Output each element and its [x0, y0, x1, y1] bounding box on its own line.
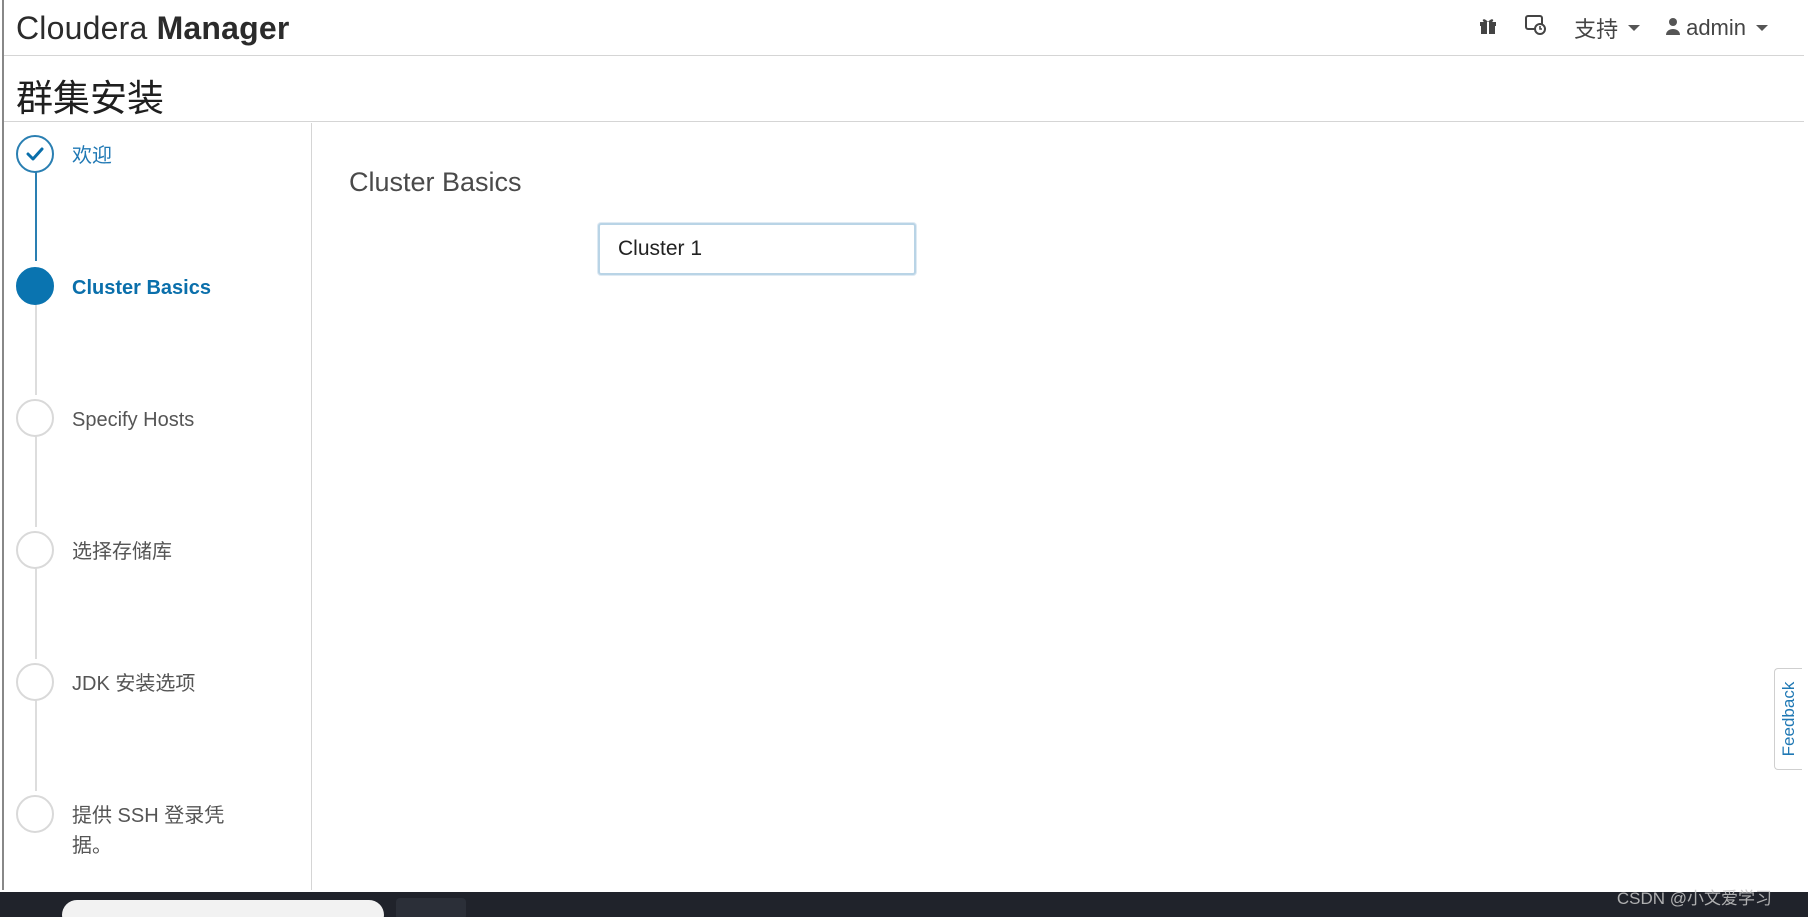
running-commands-icon — [1524, 14, 1548, 42]
step-select-repository[interactable]: 选择存储库 — [16, 531, 252, 569]
step-label: 提供 SSH 登录凭据。 — [72, 805, 225, 857]
step-jdk-options[interactable]: JDK 安装选项 — [16, 663, 252, 701]
watermark: CSDN @小文爱学习 — [1616, 889, 1772, 908]
feedback-tab[interactable]: Feedback — [1774, 668, 1802, 770]
step-connector — [35, 565, 37, 659]
step-done-indicator — [16, 135, 54, 173]
app-window: Cloudera Manager 支持 admin 群集安装 欢迎 Cluste… — [2, 0, 1804, 890]
cluster-name-input[interactable] — [598, 223, 916, 275]
step-label: Cluster Basics — [72, 277, 211, 299]
nav-right: 支持 admin — [1478, 12, 1768, 44]
step-label: 选择存储库 — [72, 541, 172, 563]
user-menu[interactable]: admin — [1666, 15, 1768, 41]
os-taskbar — [0, 892, 1808, 917]
support-menu[interactable]: 支持 — [1574, 12, 1641, 44]
step-label: JDK 安装选项 — [72, 673, 196, 695]
page-title: 群集安装 — [16, 78, 164, 119]
step-label: 欢迎 — [72, 145, 112, 167]
step-connector — [35, 697, 37, 791]
main-content: Cluster Basics 群集名称 — [313, 123, 1806, 890]
step-specify-hosts[interactable]: Specify Hosts — [16, 399, 252, 437]
taskbar-search[interactable] — [62, 900, 384, 917]
top-navbar: Cloudera Manager 支持 admin — [4, 0, 1804, 56]
gift-button[interactable] — [1478, 15, 1498, 41]
step-connector — [35, 433, 37, 527]
step-connector — [35, 301, 37, 395]
step-pending-indicator — [16, 795, 54, 833]
taskbar-app[interactable] — [396, 898, 466, 917]
step-pending-indicator — [16, 663, 54, 701]
user-icon — [1666, 15, 1681, 41]
page-header: 群集安装 — [4, 56, 1804, 122]
feedback-label: Feedback — [1778, 681, 1798, 757]
chevron-down-icon — [1628, 25, 1641, 31]
brand-bold: Manager — [156, 10, 290, 46]
user-label: admin — [1686, 15, 1746, 40]
step-pending-indicator — [16, 531, 54, 569]
gift-icon — [1478, 15, 1498, 41]
wizard-steps: 欢迎 Cluster Basics Specify Hosts 选择存储库 JD… — [4, 123, 312, 890]
step-cluster-basics[interactable]: Cluster Basics — [16, 267, 252, 305]
tasks-button[interactable] — [1524, 14, 1548, 42]
step-active-indicator — [16, 267, 54, 305]
step-welcome[interactable]: 欢迎 — [16, 135, 252, 173]
step-connector — [35, 169, 37, 261]
step-label: Specify Hosts — [72, 409, 195, 431]
chevron-down-icon — [1756, 25, 1768, 31]
brand-logo[interactable]: Cloudera Manager — [16, 10, 290, 47]
step-pending-indicator — [16, 399, 54, 437]
brand-light: Cloudera — [16, 10, 148, 46]
support-label: 支持 — [1574, 17, 1619, 42]
section-title: Cluster Basics — [349, 167, 522, 197]
checkmark-icon — [26, 147, 44, 161]
step-ssh-credentials[interactable]: 提供 SSH 登录凭据。 — [16, 795, 252, 861]
